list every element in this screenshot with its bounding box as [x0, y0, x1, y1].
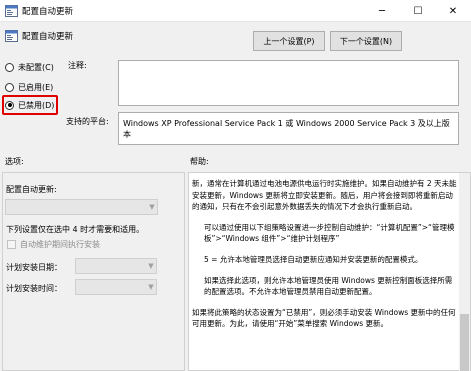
supported-platform-value: Windows XP Professional Service Pack 1 或…: [118, 112, 459, 145]
help-paragraph: 5 = 允许本地管理员选择自动更新应通知并安装更新的配置模式。: [204, 254, 423, 264]
help-paragraph: 如果选择此选项，则允许本地管理员使用 Windows 更新控制面板选择所需的配置…: [204, 275, 453, 297]
radio-circle[interactable]: [5, 62, 14, 72]
minimize-icon: ─: [378, 5, 386, 17]
help-paragraph: 如果将此策略的状态设置为“已禁用”，则必须手动安装 Windows 更新中的任何…: [192, 307, 456, 329]
policy-settings-icon: [5, 30, 18, 42]
chevron-down-icon: ▼: [148, 283, 154, 291]
configure-updates-label: 配置自动更新:: [6, 185, 57, 194]
help-scrollbar-thumb[interactable]: [460, 314, 469, 371]
policy-settings-icon: [5, 5, 18, 17]
help-text: 新，通常在计算机通过电池电源供电运行时实施维护。如果自动维护有 2 天未能安装更…: [192, 178, 457, 330]
schedule-day-label: 计划安装日期：: [6, 263, 62, 272]
auto-maintenance-checkbox[interactable]: [7, 240, 16, 249]
options-note: 下列设置仅在选中 4 时才需要和适用。: [6, 225, 145, 234]
radio-not-configured[interactable]: 未配置(C): [5, 60, 54, 74]
policy-title: 配置自动更新: [22, 32, 74, 42]
schedule-day-dropdown[interactable]: ▼: [75, 258, 157, 274]
options-section-label: 选项:: [5, 157, 24, 166]
help-paragraph: 可以通过使用以下组策略设置进一步控制自动维护：“计算机配置”>“管理模板”>“W…: [204, 222, 455, 244]
comment-label: 注释:: [68, 61, 87, 70]
close-button[interactable]: ✕: [435, 0, 471, 22]
close-icon: ✕: [448, 5, 458, 17]
maximize-icon: ☐: [413, 5, 423, 17]
maximize-button[interactable]: ☐: [400, 0, 436, 22]
previous-setting-button[interactable]: 上一个设置(P): [253, 31, 325, 51]
help-paragraph: 新，通常在计算机通过电池电源供电运行时实施维护。如果自动维护有 2 天未能安装更…: [192, 179, 457, 212]
window-title: 配置自动更新: [22, 7, 74, 17]
help-section-label: 帮助:: [190, 157, 209, 166]
chevron-down-icon: ▼: [149, 203, 155, 211]
radio-label: 未配置(C): [18, 62, 54, 72]
configure-updates-dropdown[interactable]: ▼: [5, 199, 158, 215]
radio-label: 已启用(E): [18, 82, 54, 92]
selection-highlight: [2, 95, 58, 115]
next-setting-button[interactable]: 下一个设置(N): [330, 31, 402, 51]
minimize-button[interactable]: ─: [364, 0, 400, 22]
comment-textarea[interactable]: [118, 60, 459, 106]
chevron-down-icon: ▼: [148, 262, 154, 270]
radio-enabled[interactable]: 已启用(E): [5, 80, 53, 94]
auto-maintenance-label: 自动维护期间执行安装: [20, 240, 100, 249]
supported-platform-label: 支持的平台:: [66, 117, 109, 126]
radio-circle[interactable]: [5, 82, 14, 92]
schedule-time-label: 计划安装时间：: [6, 284, 62, 293]
schedule-time-dropdown[interactable]: ▼: [75, 279, 157, 295]
